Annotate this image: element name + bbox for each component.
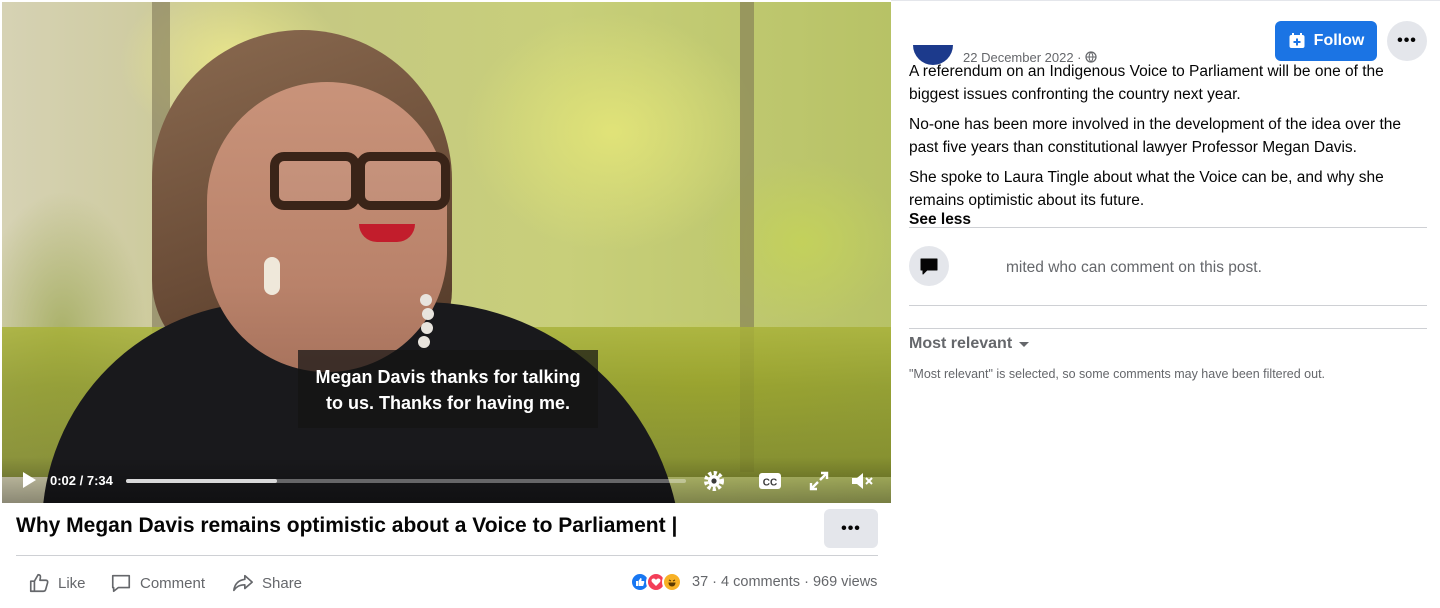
comment-label: Comment [140, 574, 206, 592]
video-player[interactable]: Megan Davis thanks for talking to us. Th… [2, 2, 891, 503]
post-details-panel: 22 December 2022 · Follow ••• A referend… [891, 0, 1440, 608]
video-subtitle: Megan Davis thanks for talking to us. Th… [298, 350, 598, 428]
glasses-right [356, 152, 450, 210]
glasses-left [270, 152, 360, 210]
haha-reaction-icon [662, 572, 682, 592]
like-label: Like [58, 574, 86, 592]
pearl [420, 294, 432, 306]
title-more-options-button[interactable]: ••• [824, 509, 878, 548]
thumbs-up-icon [29, 573, 49, 593]
comment-sort-dropdown[interactable]: Most relevant [909, 335, 1030, 353]
sort-label: Most relevant [909, 335, 1013, 352]
settings-gear-icon[interactable] [702, 469, 726, 493]
share-arrow-icon [233, 574, 253, 592]
earring [264, 257, 280, 295]
subtitle-line: Megan Davis thanks for talking [315, 367, 581, 387]
more-options-button[interactable]: ••• [1387, 21, 1427, 61]
comment-restriction-notice: mited who can comment on this post. [1006, 259, 1262, 276]
caret-down-icon [1019, 342, 1030, 347]
view-count: 969 views [812, 574, 878, 590]
reaction-summary[interactable] [630, 572, 682, 592]
subtitle-line: to us. Thanks for having me. [325, 393, 571, 413]
post-description: A referendum on an Indigenous Voice to P… [909, 61, 1429, 220]
comment-count[interactable]: 4 comments [721, 574, 800, 590]
post-paragraph: A referendum on an Indigenous Voice to P… [909, 63, 1384, 103]
post-paragraph: No-one has been more involved in the dev… [909, 116, 1402, 156]
comment-button[interactable]: Comment [110, 572, 205, 594]
separator: · [712, 574, 718, 590]
share-label: Share [262, 574, 303, 592]
like-button[interactable]: Like [28, 572, 86, 594]
speech-bubble-icon [920, 258, 938, 275]
divider [909, 328, 1427, 329]
pearl [422, 308, 434, 320]
fullscreen-icon[interactable] [807, 469, 831, 493]
post-stats: 37 · 4 comments · 969 views [692, 574, 877, 590]
comment-restriction-icon-wrap [909, 246, 949, 286]
video-time: 0:02 / 7:34 [50, 473, 113, 488]
reaction-count[interactable]: 37 [692, 574, 708, 590]
video-title: Why Megan Davis remains optimistic about… [16, 514, 678, 537]
divider [909, 227, 1427, 228]
divider [16, 555, 878, 556]
pearl [421, 322, 433, 334]
post-paragraph: She spoke to Laura Tingle about what the… [909, 169, 1384, 209]
share-button[interactable]: Share [232, 572, 302, 594]
pearl [418, 336, 430, 348]
video-controls: 0:02 / 7:34 CC [2, 457, 891, 503]
sort-note: "Most relevant" is selected, so some com… [909, 367, 1326, 381]
play-icon[interactable] [20, 471, 38, 489]
svg-text:CC: CC [763, 478, 777, 489]
captions-icon[interactable]: CC [758, 469, 782, 493]
muted-volume-icon[interactable] [850, 469, 874, 493]
follow-button[interactable]: Follow [1275, 21, 1377, 61]
divider [909, 305, 1427, 306]
follow-page-icon [1289, 33, 1305, 48]
progress-bar[interactable] [126, 479, 686, 483]
progress-fill [126, 479, 278, 483]
follow-label: Follow [1313, 32, 1365, 49]
comment-bubble-icon [111, 574, 131, 593]
separator: · [804, 574, 809, 590]
